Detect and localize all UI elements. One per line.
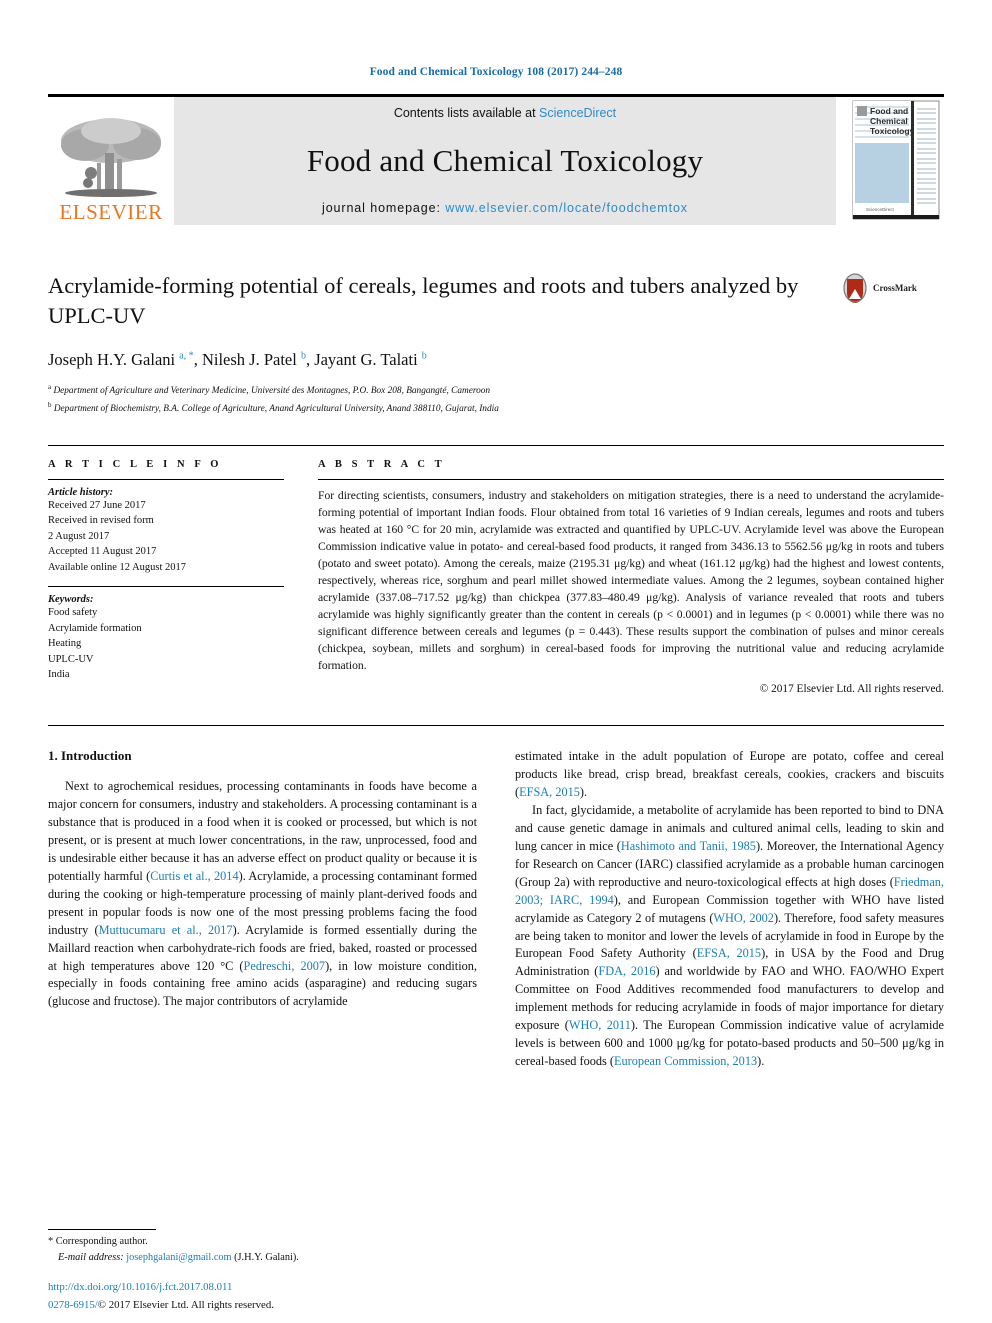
article-info-heading: A R T I C L E I N F O <box>48 458 223 470</box>
history-received: Received 27 June 2017 <box>48 499 146 511</box>
history-revised-date: 2 August 2017 <box>48 530 110 542</box>
author-list: Joseph H.Y. Galani a, *, Nilesh J. Patel… <box>48 350 427 370</box>
abstract-text: For directing scientists, consumers, ind… <box>318 488 944 672</box>
intro-paragraph-right-continued: estimated intake in the adult population… <box>515 749 944 799</box>
info-abstract-section: A R T I C L E I N F O Article history: R… <box>48 444 944 695</box>
affiliation-text-b: Department of Biochemistry, B.A. College… <box>53 403 499 414</box>
history-accepted: Accepted 11 August 2017 <box>48 546 157 558</box>
abstract-rule <box>318 478 944 480</box>
keywords-rule <box>48 586 284 588</box>
journal-cover-thumbnail: Food and Chemical Toxicology ScienceDire… <box>848 97 944 225</box>
journal-article-page: Food and Chemical Toxicology 108 (2017) … <box>0 0 992 1323</box>
homepage-url-link[interactable]: www.elsevier.com/locate/foodchemtox <box>445 201 688 215</box>
issn-copyright-line: 0278-6915/© 2017 Elsevier Ltd. All right… <box>48 1299 274 1311</box>
article-info-rule <box>48 478 284 480</box>
issn-prefix: 0278-6915/ <box>48 1298 98 1311</box>
affiliation-a: a Department of Agriculture and Veterina… <box>48 382 834 399</box>
body-left-column: 1. Introduction Next to agrochemical res… <box>48 748 477 1071</box>
contents-available-line: Contents lists available at ScienceDirec… <box>394 106 616 120</box>
banner-center: Contents lists available at ScienceDirec… <box>174 97 836 225</box>
contents-prefix: Contents lists available at <box>393 106 540 120</box>
homepage-prefix: journal homepage: <box>322 201 446 215</box>
affiliation-marker-a: a <box>48 383 52 392</box>
keyword-item: UPLC-UV <box>48 653 94 665</box>
article-history-label: Article history: <box>48 486 114 498</box>
body-divider <box>48 725 944 726</box>
corresponding-label: Corresponding author. <box>55 1236 148 1248</box>
crossmark-badge[interactable]: CrossMark <box>840 273 944 303</box>
affiliations: a Department of Agriculture and Veterina… <box>48 382 834 416</box>
keyword-item: Acrylamide formation <box>48 622 142 634</box>
corresponding-marker: * <box>48 1236 54 1248</box>
affiliation-marker-b: b <box>48 400 52 409</box>
keywords-label: Keywords: <box>48 594 94 606</box>
elsevier-tree-icon <box>61 118 161 197</box>
section-heading-introduction: 1. Introduction <box>48 748 132 763</box>
elsevier-wordmark: ELSEVIER <box>59 200 163 224</box>
affiliation-b: b Department of Biochemistry, B.A. Colle… <box>48 400 834 417</box>
email-owner: (J.H.Y. Galani). <box>234 1251 299 1263</box>
intro-paragraph-left: Next to agrochemical residues, processin… <box>48 779 477 1009</box>
abstract-copyright: © 2017 Elsevier Ltd. All rights reserved… <box>759 683 944 695</box>
svg-text:ScienceDirect: ScienceDirect <box>866 207 895 212</box>
keyword-item: Heating <box>48 638 82 650</box>
history-revised-label: Received in revised form <box>48 515 154 527</box>
doi-link[interactable]: http://dx.doi.org/10.1016/j.fct.2017.08.… <box>48 1279 488 1295</box>
journal-banner: ELSEVIER Contents lists available at Sci… <box>48 94 944 225</box>
title-block: CrossMark Acrylamide-forming potential o… <box>48 271 944 417</box>
crossmark-label: CrossMark <box>873 283 917 293</box>
intro-paragraph-right-2: In fact, glycidamide, a metabolite of ac… <box>515 802 944 1069</box>
journal-title: Food and Chemical Toxicology <box>306 142 704 178</box>
running-head: Food and Chemical Toxicology 108 (2017) … <box>369 66 623 78</box>
journal-homepage-line: journal homepage: www.elsevier.com/locat… <box>322 201 688 215</box>
corresponding-author-line: * Corresponding author. <box>48 1234 458 1249</box>
body-right-column: estimated intake in the adult population… <box>515 748 944 1071</box>
elsevier-logo: ELSEVIER <box>48 97 174 225</box>
issn-rest: © 2017 Elsevier Ltd. All rights reserved… <box>97 1298 274 1311</box>
history-online: Available online 12 August 2017 <box>48 561 187 573</box>
page-title: Acrylamide-forming potential of cereals,… <box>48 273 799 328</box>
email-label: E-mail address: <box>58 1251 124 1263</box>
article-info-column: A R T I C L E I N F O Article history: R… <box>48 459 284 695</box>
abstract-column: A B S T R A C T For directing scientists… <box>318 459 944 695</box>
cover-image-icon: Food and Chemical Toxicology ScienceDire… <box>848 97 944 223</box>
keyword-item: India <box>48 669 70 681</box>
affiliation-text-a: Department of Agriculture and Veterinary… <box>53 386 491 397</box>
keyword-item: Food safety <box>48 607 98 619</box>
corresponding-author-footnote: * Corresponding author. E-mail address: … <box>48 1229 458 1265</box>
svg-text:Chemical: Chemical <box>870 116 908 126</box>
body-two-columns: 1. Introduction Next to agrochemical res… <box>48 748 944 1071</box>
svg-text:Toxicology: Toxicology <box>870 126 915 136</box>
email-link[interactable]: josephgalani@gmail.com <box>126 1252 231 1263</box>
doi-block: http://dx.doi.org/10.1016/j.fct.2017.08.… <box>48 1279 488 1313</box>
sciencedirect-link[interactable]: ScienceDirect <box>539 106 616 120</box>
abstract-heading: A B S T R A C T <box>318 458 446 470</box>
crossmark-icon <box>843 273 867 303</box>
email-line: E-mail address: josephgalani@gmail.com (… <box>48 1250 458 1265</box>
footnote-rule <box>48 1229 156 1231</box>
svg-text:Food and: Food and <box>870 106 908 116</box>
